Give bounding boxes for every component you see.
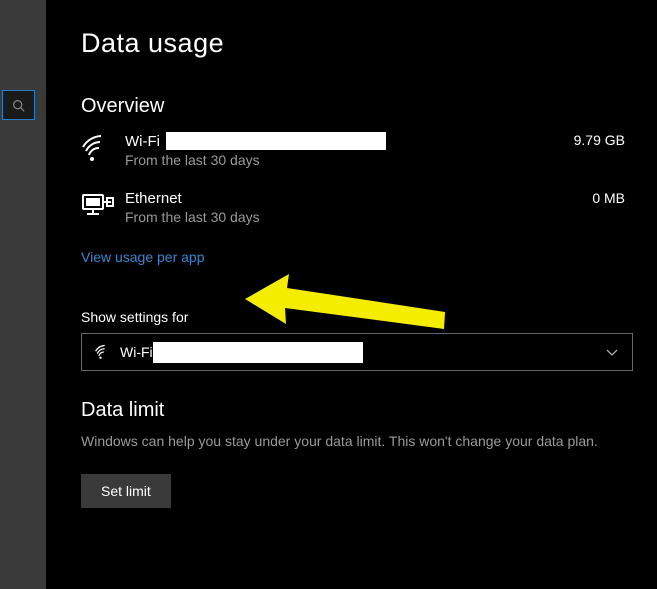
network-usage-value: 0 MB	[592, 190, 633, 206]
search-icon	[12, 99, 25, 112]
data-limit-heading: Data limit	[81, 399, 633, 422]
network-row-wifi[interactable]: Wi-Fi From the last 30 days 9.79 GB	[81, 132, 633, 168]
network-info: Ethernet From the last 30 days	[125, 190, 592, 225]
set-limit-button[interactable]: Set limit	[81, 474, 171, 508]
network-usage-value: 9.79 GB	[574, 132, 633, 148]
network-name: Wi-Fi	[125, 133, 160, 150]
network-subtitle: From the last 30 days	[125, 209, 592, 225]
ethernet-icon	[81, 190, 125, 222]
network-row-ethernet[interactable]: Ethernet From the last 30 days 0 MB	[81, 190, 633, 225]
wifi-icon	[94, 341, 112, 363]
wifi-icon	[81, 132, 125, 164]
network-subtitle: From the last 30 days	[125, 152, 574, 168]
overview-heading: Overview	[81, 95, 633, 118]
network-name: Ethernet	[125, 190, 182, 207]
network-info: Wi-Fi From the last 30 days	[125, 132, 574, 168]
search-box[interactable]	[2, 90, 35, 120]
left-sidebar	[0, 0, 46, 589]
show-settings-dropdown[interactable]: Wi-Fi	[81, 333, 633, 371]
dropdown-selected: Wi-Fi	[120, 344, 153, 360]
page-title: Data usage	[81, 28, 633, 59]
redacted-ssid	[166, 132, 386, 150]
view-usage-per-app-link[interactable]: View usage per app	[81, 249, 205, 265]
redacted-ssid	[153, 342, 363, 363]
show-settings-label: Show settings for	[81, 309, 633, 325]
chevron-down-icon	[604, 344, 620, 360]
settings-content: Data usage Overview Wi-Fi From the last …	[46, 0, 657, 589]
data-limit-description: Windows can help you stay under your dat…	[81, 432, 601, 452]
